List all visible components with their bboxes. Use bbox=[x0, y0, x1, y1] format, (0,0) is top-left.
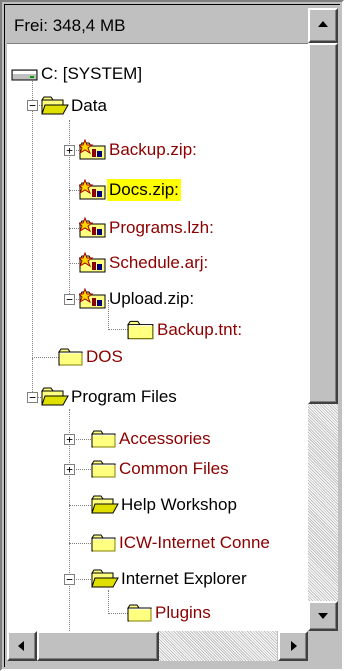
tree-item-docs-zip[interactable]: Docs.zip: bbox=[79, 175, 181, 205]
tree-item-internet-explorer[interactable]: Internet Explorer bbox=[91, 564, 249, 594]
tree-item-backup-tnt[interactable]: Backup.tnt: bbox=[127, 315, 244, 345]
horizontal-scroll-thumb[interactable] bbox=[37, 631, 159, 661]
tree-item-label: DOS bbox=[86, 347, 123, 366]
folder-icon bbox=[127, 603, 153, 623]
tree-item-program-files[interactable]: Program Files bbox=[41, 382, 179, 412]
tree-item-plugins[interactable]: Plugins bbox=[127, 598, 213, 628]
tree-item-label: C: [SYSTEM] bbox=[41, 64, 143, 83]
tree-item-label: Backup.tnt: bbox=[157, 320, 243, 339]
tree-item-label: Plugins bbox=[155, 603, 211, 622]
vertical-scroll-track[interactable] bbox=[308, 404, 338, 601]
collapse-program-files-minus-icon[interactable]: − bbox=[27, 392, 38, 403]
scroll-down-button[interactable] bbox=[308, 601, 338, 631]
tree-item-label: Schedule.arj: bbox=[109, 253, 209, 272]
tree-item-upload-zip[interactable]: Upload.zip: bbox=[79, 284, 196, 314]
vertical-scrollbar[interactable] bbox=[308, 8, 338, 631]
tree-item-help-workshop[interactable]: Help Workshop bbox=[91, 490, 239, 520]
scroll-left-icon bbox=[18, 641, 24, 651]
scroll-left-button[interactable] bbox=[7, 631, 37, 661]
tree-item-schedule-arj[interactable]: Schedule.arj: bbox=[79, 248, 210, 278]
tree-item-label: Common Files bbox=[119, 459, 229, 478]
folder-icon bbox=[91, 533, 117, 553]
archive-icon bbox=[79, 252, 107, 274]
collapse-internet-explorer-minus-icon[interactable]: − bbox=[64, 574, 75, 585]
scroll-right-icon bbox=[291, 641, 297, 651]
collapse-upload-minus-icon[interactable]: − bbox=[64, 294, 75, 305]
tree-item-label: Programs.lzh: bbox=[109, 218, 214, 237]
tree-item-label: Data bbox=[71, 96, 107, 115]
archive-icon bbox=[79, 139, 107, 161]
tnt-icon bbox=[127, 319, 155, 341]
open-folder-icon bbox=[91, 569, 119, 589]
open-folder-icon bbox=[91, 495, 119, 515]
tree-item-drive[interactable]: C: [SYSTEM] bbox=[11, 59, 144, 89]
tree-item-label: Backup.zip: bbox=[109, 140, 197, 159]
folder-icon bbox=[91, 429, 117, 449]
expand-backup-plus-icon[interactable]: + bbox=[64, 145, 75, 156]
tree-item-label-selected: Docs.zip: bbox=[107, 179, 181, 201]
open-folder-icon bbox=[41, 387, 69, 407]
folder-tree[interactable]: − + − − + + − C: [SYSTEM] Data Backup.zi… bbox=[7, 44, 308, 631]
tree-item-label: Internet Explorer bbox=[121, 569, 247, 588]
tree-item-label: Accessories bbox=[119, 429, 211, 448]
folder-icon bbox=[91, 459, 117, 479]
archive-icon bbox=[79, 179, 107, 201]
expand-accessories-plus-icon[interactable]: + bbox=[64, 434, 75, 445]
scroll-right-button[interactable] bbox=[278, 631, 308, 661]
collapse-data-minus-icon[interactable]: − bbox=[27, 100, 38, 111]
scroll-up-icon bbox=[318, 21, 328, 27]
tree-item-icw[interactable]: ICW-Internet Conne bbox=[91, 528, 272, 558]
explorer-window: Frei: 348,4 MB − + − − + + − C: [SYSTEM]… bbox=[0, 0, 344, 671]
status-header: Frei: 348,4 MB bbox=[7, 8, 308, 44]
tree-item-label: ICW-Internet Conne bbox=[119, 533, 270, 552]
free-space-label: Frei: 348,4 MB bbox=[14, 16, 126, 35]
tree-item-backup-zip[interactable]: Backup.zip: bbox=[79, 135, 199, 165]
scroll-down-icon bbox=[318, 613, 328, 619]
tree-item-label: Help Workshop bbox=[121, 495, 237, 514]
expand-common-files-plus-icon[interactable]: + bbox=[64, 464, 75, 475]
tree-item-label: Program Files bbox=[71, 387, 177, 406]
tree-item-dos[interactable]: DOS bbox=[58, 342, 125, 372]
scroll-up-button[interactable] bbox=[308, 8, 338, 43]
open-folder-icon bbox=[41, 96, 69, 116]
archive-icon bbox=[79, 217, 107, 239]
scrollbar-corner bbox=[308, 631, 338, 661]
tree-item-accessories[interactable]: Accessories bbox=[91, 424, 213, 454]
tree-item-programs-lzh[interactable]: Programs.lzh: bbox=[79, 213, 216, 243]
tree-item-common-files[interactable]: Common Files bbox=[91, 454, 231, 484]
tree-item-data[interactable]: Data bbox=[41, 91, 109, 121]
horizontal-scroll-track[interactable] bbox=[159, 631, 277, 661]
vertical-scroll-thumb[interactable] bbox=[308, 43, 338, 404]
drive-icon bbox=[11, 66, 39, 82]
archive-icon bbox=[79, 288, 107, 310]
tree-item-label: Upload.zip: bbox=[109, 289, 195, 308]
folder-icon bbox=[58, 347, 84, 367]
horizontal-scrollbar[interactable] bbox=[7, 631, 308, 661]
